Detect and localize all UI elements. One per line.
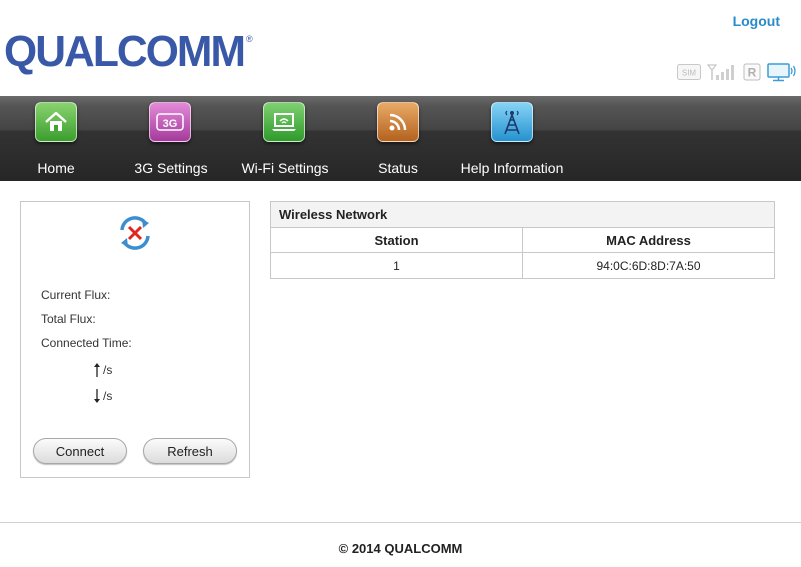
download-speed: /s xyxy=(93,388,112,404)
disconnected-sync-icon xyxy=(120,216,150,250)
status-icons: SIM R xyxy=(677,62,797,82)
3g-icon: 3G xyxy=(149,102,191,142)
nav-item-status[interactable]: Status xyxy=(358,96,438,181)
svg-text:®: ® xyxy=(246,34,253,44)
column-header-station: Station xyxy=(374,232,419,248)
main-nav: Home 3G 3G Settings Wi-Fi Settings Statu… xyxy=(0,96,801,181)
connection-panel: Current Flux: Total Flux: Connected Time… xyxy=(20,201,250,478)
station-cell: 1 xyxy=(393,258,400,273)
svg-text:3G: 3G xyxy=(163,118,178,130)
arrow-up-icon xyxy=(94,363,100,377)
connected-time-label: Connected Time: xyxy=(41,336,132,350)
nav-label: Wi-Fi Settings xyxy=(241,160,329,176)
laptop-wifi-icon xyxy=(263,102,305,142)
sim-icon: SIM xyxy=(677,64,701,80)
arrow-down-icon xyxy=(94,389,100,403)
upload-speed: /s xyxy=(93,362,112,378)
nav-item-3g-settings[interactable]: 3G 3G Settings xyxy=(128,96,214,181)
nav-label: Help Information xyxy=(460,160,564,176)
column-header-mac-address: MAC Address xyxy=(522,228,774,252)
nav-label: 3G Settings xyxy=(134,160,208,176)
rss-icon xyxy=(377,102,419,142)
logo-wordmark: QUALCOMM xyxy=(4,27,244,76)
signal-bars-icon xyxy=(707,64,734,80)
nav-item-wifi-settings[interactable]: Wi-Fi Settings xyxy=(236,96,334,181)
home-icon xyxy=(35,102,77,142)
current-flux-label: Current Flux: xyxy=(41,288,111,302)
svg-text:SIM: SIM xyxy=(682,69,697,78)
display-icon xyxy=(767,63,796,82)
download-unit: /s xyxy=(103,389,113,403)
mac-address-cell: 94:0C:6D:8D:7A:50 xyxy=(522,253,774,278)
nav-label: Home xyxy=(37,160,75,176)
footer-divider xyxy=(0,522,801,523)
logout-link[interactable]: Logout xyxy=(733,13,780,29)
svg-text:R: R xyxy=(748,66,757,80)
total-flux-label: Total Flux: xyxy=(41,312,96,326)
footer-copyright: © 2014 QUALCOMM xyxy=(338,541,463,556)
nav-item-help-information[interactable]: Help Information xyxy=(452,96,572,181)
qualcomm-logo: QUALCOMM ® xyxy=(4,27,253,76)
wireless-network-title: Wireless Network xyxy=(271,202,774,228)
nav-item-home[interactable]: Home xyxy=(16,96,96,181)
table-row: 1 94:0C:6D:8D:7A:50 xyxy=(271,253,774,278)
nav-label: Status xyxy=(378,160,418,176)
roaming-icon: R xyxy=(743,63,761,81)
antenna-icon xyxy=(491,102,533,142)
table-header-row: Station MAC Address xyxy=(271,228,774,253)
refresh-button[interactable]: Refresh xyxy=(143,438,237,464)
wireless-network-table: Wireless Network Station MAC Address 1 9… xyxy=(270,201,775,279)
connect-button[interactable]: Connect xyxy=(33,438,127,464)
upload-unit: /s xyxy=(103,363,113,377)
